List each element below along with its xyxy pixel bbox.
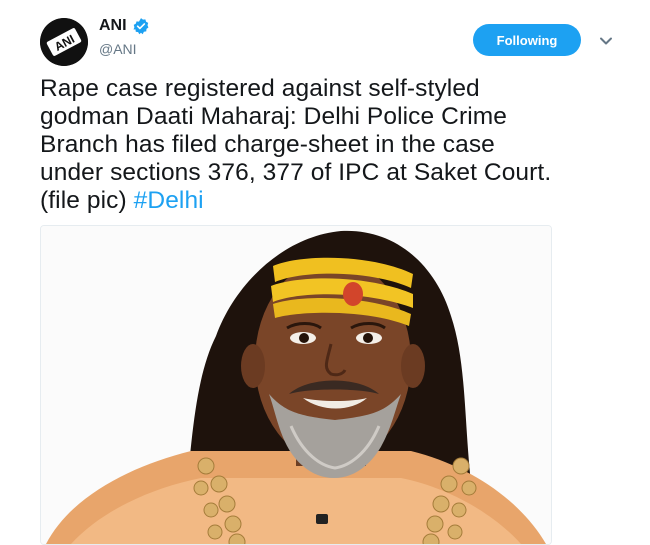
user-handle[interactable]: @ANI — [99, 41, 137, 57]
tweet-text-line: Rape case registered against self-styled — [40, 75, 480, 102]
avatar[interactable]: ANI — [40, 18, 88, 66]
name-row: ANI — [99, 17, 150, 35]
verified-badge-icon — [133, 18, 148, 35]
tweet-card: ANI ANI @ANI Following Rape case registe… — [0, 0, 650, 545]
tweet-text-line: Branch has filed charge-sheet in the cas… — [40, 131, 495, 158]
portrait-image — [41, 226, 551, 544]
tweet-photo[interactable] — [40, 225, 552, 545]
following-button[interactable]: Following — [473, 24, 581, 56]
tweet-text-line: godman Daati Maharaj: Delhi Police Crime — [40, 103, 507, 130]
file-pic-note: (file pic) — [40, 187, 134, 214]
tweet-text-line: (file pic) #Delhi — [40, 187, 620, 215]
display-name[interactable]: ANI — [99, 17, 127, 35]
ani-logo-icon: ANI — [40, 18, 88, 66]
tweet-text-line: under sections 376, 377 of IPC at Saket … — [40, 159, 552, 186]
chevron-down-icon[interactable] — [598, 33, 614, 49]
tweet-text: Rape case registered against self-styled… — [40, 75, 620, 215]
hashtag-link[interactable]: #Delhi — [134, 187, 204, 214]
